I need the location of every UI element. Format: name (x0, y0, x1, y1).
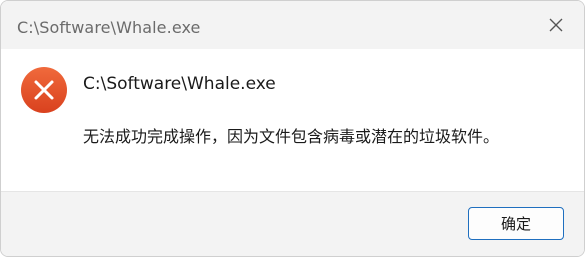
ok-button[interactable]: 确定 (468, 207, 564, 240)
dialog-footer: 确定 (1, 191, 584, 256)
dialog-message: 无法成功完成操作，因为文件包含病毒或潜在的垃圾软件。 (83, 127, 500, 146)
close-button[interactable] (528, 1, 584, 49)
error-icon (21, 67, 67, 113)
window-title: C:\Software\Whale.exe (17, 18, 201, 37)
title-bar: C:\Software\Whale.exe (1, 1, 584, 49)
dialog-content: C:\Software\Whale.exe 无法成功完成操作，因为文件包含病毒或… (1, 49, 584, 191)
close-icon (549, 18, 563, 32)
error-dialog: C:\Software\Whale.exe C:\Software\Whale.… (0, 0, 585, 257)
dialog-heading: C:\Software\Whale.exe (83, 74, 276, 94)
